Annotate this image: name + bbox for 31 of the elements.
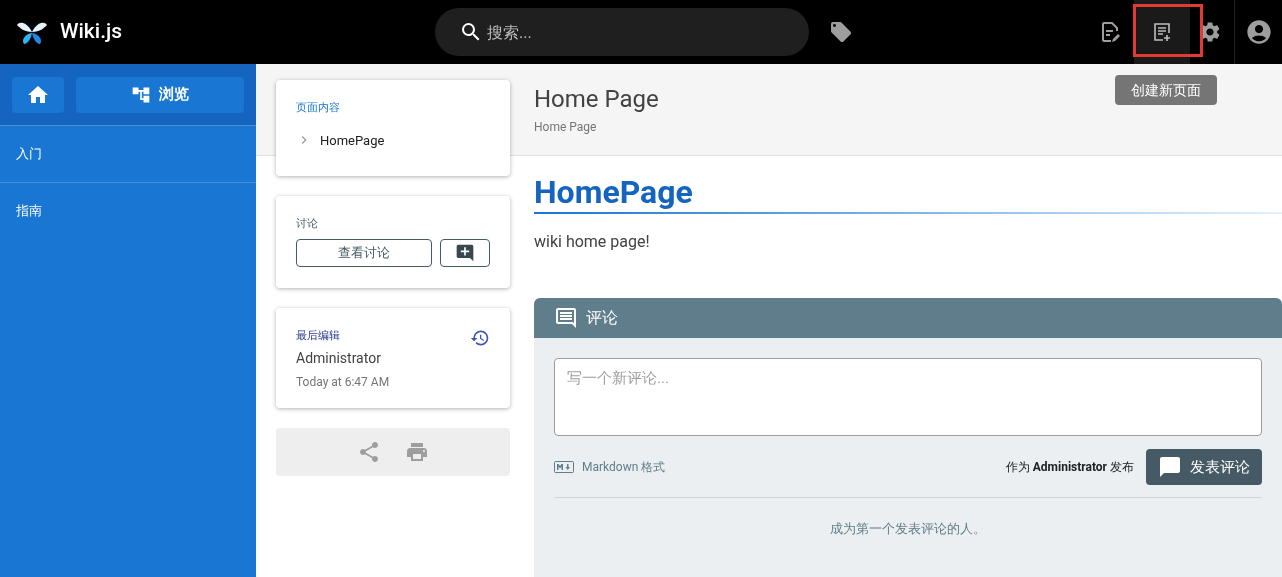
history-icon[interactable] bbox=[470, 328, 490, 348]
tooltip: 创建新页面 bbox=[1115, 75, 1217, 105]
card-title: 讨论 bbox=[296, 216, 319, 232]
markdown-icon bbox=[554, 461, 574, 473]
tags-icon[interactable] bbox=[829, 20, 854, 44]
speech-bubble-icon bbox=[1158, 455, 1182, 479]
edit-time: Today at 6:47 AM bbox=[296, 373, 391, 391]
home-button[interactable] bbox=[12, 76, 64, 113]
app-title: Wiki.js bbox=[60, 18, 123, 46]
comments-title: 评论 bbox=[586, 307, 618, 329]
empty-comments-text: 成为第一个发表评论的人。 bbox=[829, 520, 987, 538]
breadcrumb: Home Page bbox=[534, 119, 598, 136]
content-heading: HomePage bbox=[534, 176, 694, 212]
account-icon bbox=[1244, 18, 1273, 46]
card-title: 页面内容 bbox=[296, 100, 341, 116]
search-field[interactable]: 搜索... bbox=[435, 8, 810, 56]
add-comment-icon bbox=[455, 242, 475, 263]
view-discussion-button[interactable]: 查看讨论 bbox=[296, 238, 432, 267]
page-title: Home Page bbox=[534, 87, 659, 111]
post-comment-button[interactable]: 发表评论 bbox=[1146, 449, 1262, 485]
author-name: Administrator bbox=[296, 348, 382, 368]
post-as-text: 作为 Administrator 发布 bbox=[1005, 459, 1134, 476]
comment-icon bbox=[554, 306, 578, 330]
add-comment-button[interactable] bbox=[440, 238, 490, 267]
card-title: 最后编辑 bbox=[296, 328, 340, 344]
browse-button[interactable]: 浏览 bbox=[76, 76, 244, 113]
new-document-icon bbox=[1152, 22, 1172, 42]
body-text: wiki home page! bbox=[534, 231, 651, 253]
toc-link[interactable]: HomePage bbox=[296, 130, 490, 150]
comment-field[interactable]: 写一个新评论... bbox=[554, 358, 1262, 436]
format-label: Markdown 格式 bbox=[582, 459, 666, 476]
